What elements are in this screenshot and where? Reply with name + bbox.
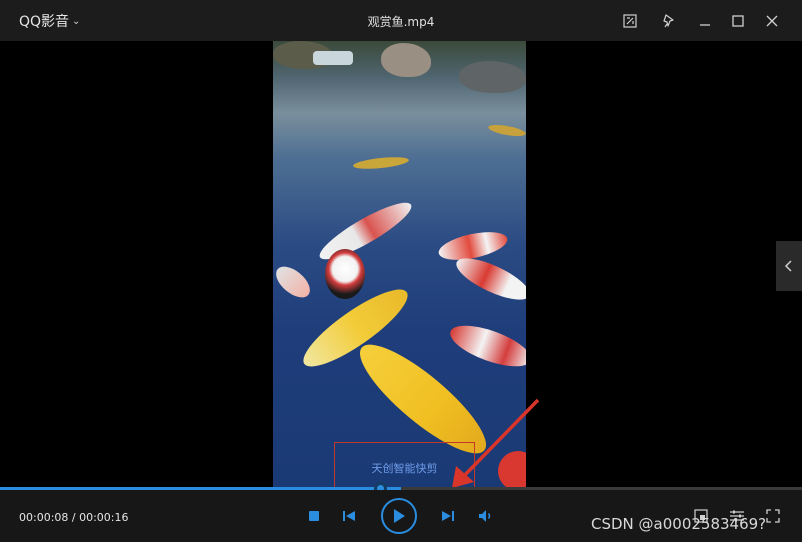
video-stage[interactable]: 天创智能快剪 bbox=[0, 41, 802, 491]
next-button[interactable] bbox=[439, 507, 457, 525]
annotation-arrow-icon bbox=[452, 398, 540, 488]
maximize-button[interactable] bbox=[727, 10, 749, 32]
volume-icon bbox=[479, 510, 491, 522]
stop-icon bbox=[309, 511, 319, 521]
screenshot-button[interactable] bbox=[619, 10, 641, 32]
koi-fish bbox=[325, 249, 365, 299]
koi-fish bbox=[445, 317, 526, 375]
minimize-button[interactable] bbox=[694, 10, 716, 32]
close-button[interactable] bbox=[761, 10, 783, 32]
koi-fish bbox=[487, 122, 526, 139]
chevron-down-icon: ⌄ bbox=[72, 15, 81, 27]
side-panel-toggle[interactable] bbox=[776, 241, 802, 291]
waterfall bbox=[313, 51, 353, 65]
window-title: 观赏鱼.mp4 bbox=[367, 15, 435, 29]
pin-icon bbox=[663, 14, 674, 28]
stop-button[interactable] bbox=[305, 507, 323, 525]
maximize-icon bbox=[732, 15, 744, 27]
watermark-text: CSDN @a0002583469? bbox=[591, 515, 767, 533]
skip-previous-icon bbox=[343, 511, 355, 521]
minimize-icon bbox=[700, 24, 710, 26]
fullscreen-icon bbox=[766, 509, 780, 523]
app-name: QQ影音 bbox=[19, 14, 70, 30]
time-readout: 00:00:08 / 00:00:16 bbox=[19, 511, 129, 524]
screenshot-icon bbox=[623, 14, 637, 28]
close-icon bbox=[766, 15, 778, 27]
previous-button[interactable] bbox=[340, 507, 358, 525]
pin-button[interactable] bbox=[658, 10, 680, 32]
title-bar: QQ影音 ⌄ 观赏鱼.mp4 bbox=[0, 0, 802, 41]
koi-fish bbox=[273, 260, 316, 304]
rock bbox=[381, 43, 431, 77]
volume-button[interactable] bbox=[476, 506, 496, 526]
rock bbox=[459, 61, 526, 93]
chevron-left-icon bbox=[784, 260, 792, 272]
app-menu-button[interactable]: QQ影音 ⌄ bbox=[19, 11, 80, 31]
play-icon bbox=[394, 509, 405, 523]
play-button[interactable] bbox=[381, 498, 417, 534]
koi-fish bbox=[451, 250, 526, 308]
skip-next-icon bbox=[442, 511, 454, 521]
koi-fish bbox=[352, 155, 410, 171]
